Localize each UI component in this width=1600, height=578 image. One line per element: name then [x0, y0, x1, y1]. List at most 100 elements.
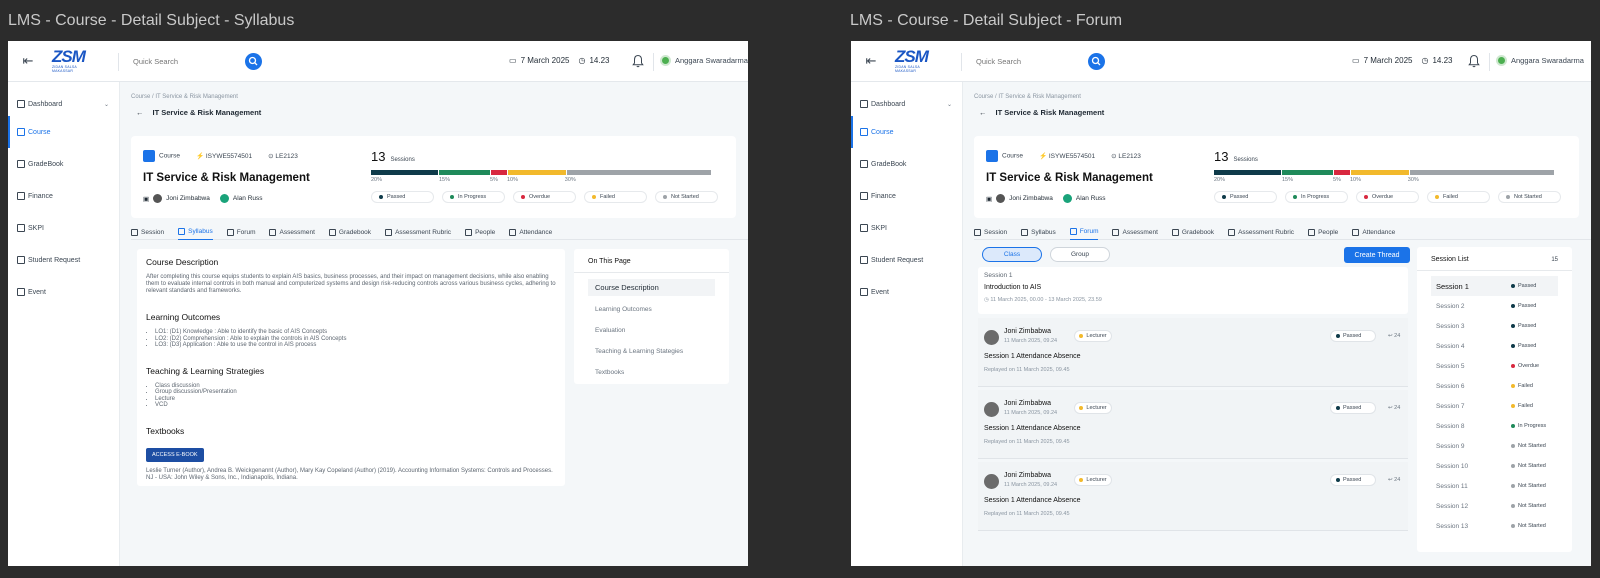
tab-attendance[interactable]: Attendance — [509, 224, 552, 240]
search-button[interactable] — [245, 53, 262, 70]
toc-item[interactable]: Textbooks — [588, 365, 715, 380]
search-button[interactable] — [1088, 53, 1105, 70]
tab-label: Forum — [1079, 228, 1099, 235]
people-icon — [465, 228, 473, 236]
back-arrow-icon[interactable]: ← — [979, 108, 987, 117]
sidebar-item-skpi[interactable]: SKPI — [851, 212, 962, 244]
session-list-item[interactable]: Session 4 Passed — [1431, 336, 1558, 356]
sidebar-item-student-request[interactable]: Student Request — [8, 244, 119, 276]
search-input[interactable] — [133, 54, 235, 69]
sidebar-item-finance[interactable]: Finance — [851, 180, 962, 212]
back-arrow-icon[interactable]: ← — [136, 108, 144, 117]
logo[interactable]: ZSM ZIDAN SALSA MAKASSAR — [52, 48, 98, 75]
sidebar-item-dashboard[interactable]: Dashboard ⌄ — [851, 92, 962, 116]
session-list-item[interactable]: Session 8 In Progress — [1431, 416, 1558, 436]
tab-gradebook[interactable]: Gradebook — [328, 224, 371, 240]
session-list-item[interactable]: Session 10 Not Started — [1431, 456, 1558, 476]
tab-forum[interactable]: Forum — [1069, 224, 1099, 240]
status-dot — [1511, 444, 1515, 448]
session-list-item[interactable]: Session 2 Passed — [1431, 296, 1558, 316]
create-thread-button[interactable]: Create Thread — [1344, 247, 1410, 263]
tab-assessment-rubric[interactable]: Assessment Rubric — [1228, 224, 1294, 240]
status-label: Not Started — [1518, 483, 1546, 489]
user-menu[interactable]: Anggara Swaradarma — [660, 55, 748, 66]
logo[interactable]: ZSM ZIDAN SALSA MAKASSAR — [895, 48, 941, 75]
toc-item[interactable]: Evaluation — [588, 323, 715, 338]
course-code-text: ISYWE5574501 — [1048, 153, 1096, 160]
divider — [653, 53, 654, 71]
sessions-label: Sessions — [1233, 157, 1258, 163]
tab-attendance[interactable]: Attendance — [1352, 224, 1395, 240]
tab-assessment-rubric[interactable]: Assessment Rubric — [385, 224, 451, 240]
avatar — [219, 194, 229, 203]
thread-item[interactable]: Joni Zimbabwa 11 March 2025, 09.24 Lecture… — [978, 390, 1408, 459]
session-name: Session 10 — [1436, 462, 1469, 470]
session-list-item[interactable]: Session 11 Not Started — [1431, 476, 1558, 496]
user-name: Anggara Swaradarma — [675, 56, 748, 65]
reply-count-text: 24 — [1394, 477, 1401, 483]
session-list-item[interactable]: Session 7 Failed — [1431, 396, 1558, 416]
tab-forum[interactable]: Forum — [226, 224, 255, 240]
tab-syllabus[interactable]: Syllabus — [1021, 224, 1056, 240]
bell-icon[interactable] — [632, 54, 644, 68]
attendance-icon — [1352, 228, 1360, 236]
toc-item[interactable]: Learning Outcomes — [588, 302, 715, 317]
segment-group[interactable]: Group — [1050, 247, 1110, 262]
tab-people[interactable]: People — [1308, 224, 1338, 240]
status-badge: Passed — [1330, 474, 1376, 486]
progress-percent: 10% — [1350, 177, 1362, 183]
breadcrumb[interactable]: Course / IT Service & Risk Management — [131, 94, 238, 100]
toc-item[interactable]: Teaching & Learning Stategies — [588, 344, 715, 359]
user-menu[interactable]: Anggara Swaradarma — [1496, 55, 1584, 66]
sidebar-item-event[interactable]: Event — [8, 276, 119, 308]
progress-percent: 15% — [439, 177, 451, 183]
learning-outcomes-list: LO1: (D1) Knowledge : Able to identify t… — [146, 329, 556, 349]
tab-session[interactable]: Session — [974, 224, 1007, 240]
reply-count: ↩ 24 — [1388, 477, 1400, 483]
session-list-item[interactable]: Session 3 Passed — [1431, 316, 1558, 336]
legend-label: Overdue — [1372, 194, 1394, 200]
progress-percent: 5% — [1333, 177, 1341, 183]
sidebar-item-course[interactable]: Course — [8, 116, 119, 148]
session-list-item[interactable]: Session 6 Failed — [1431, 376, 1558, 396]
sidebar-item-event[interactable]: Event — [851, 276, 962, 308]
sidebar-item-student-request[interactable]: Student Request — [851, 244, 962, 276]
sidebar-item-skpi[interactable]: SKPI — [8, 212, 119, 244]
chevron-down-icon: ⌄ — [103, 101, 109, 108]
tab-assessment[interactable]: Assessment — [1112, 224, 1158, 240]
chevron-down-icon: ⌄ — [946, 101, 952, 108]
breadcrumb[interactable]: Course / IT Service & Risk Management — [974, 94, 1081, 100]
session-list-title: Session List — [1431, 256, 1469, 263]
lecturer-name: Alan Russ — [232, 195, 263, 202]
session-list-item[interactable]: Session 12 Not Started — [1431, 496, 1558, 516]
calendar-icon: ▭ — [1352, 56, 1360, 65]
access-ebook-button[interactable]: ACCESS E-BOOK — [146, 447, 204, 462]
session-list-item[interactable]: Session 5 Overdue — [1431, 356, 1558, 376]
thread-item[interactable]: Joni Zimbabwa 11 March 2025, 09.24 Lecture… — [978, 462, 1408, 531]
sidebar-item-gradebook[interactable]: GradeBook — [8, 148, 119, 180]
tab-session[interactable]: Session — [131, 224, 164, 240]
legend-item: Failed — [1427, 191, 1490, 203]
session-list-item[interactable]: Session 1 Passed — [1431, 276, 1558, 296]
session-list-item[interactable]: Session 13 Not Started — [1431, 516, 1558, 536]
sidebar-item-dashboard[interactable]: Dashboard ⌄ — [8, 92, 119, 116]
sidebar-item-course[interactable]: Course — [851, 116, 962, 148]
session-icon — [974, 228, 981, 236]
toc-item[interactable]: Course Description — [588, 279, 715, 296]
session-list-item[interactable]: Session 9 Not Started — [1431, 436, 1558, 456]
thread-item[interactable]: Joni Zimbabwa 11 March 2025, 09.24 Lecture… — [978, 318, 1408, 387]
collapse-sidebar-icon[interactable]: ⇤ — [862, 52, 880, 70]
tab-people[interactable]: People — [465, 224, 495, 240]
bell-icon[interactable] — [1468, 54, 1480, 68]
reply-count: ↩ 24 — [1388, 405, 1400, 411]
status-badge: Failed — [1511, 383, 1533, 389]
search-input[interactable] — [976, 54, 1078, 69]
tab-gradebook[interactable]: Gradebook — [1171, 224, 1214, 240]
collapse-sidebar-icon[interactable]: ⇤ — [19, 52, 37, 70]
sidebar-item-finance[interactable]: Finance — [8, 180, 119, 212]
sidebar-item-gradebook[interactable]: GradeBook — [851, 148, 962, 180]
tab-syllabus[interactable]: Syllabus — [178, 224, 213, 240]
segment-class[interactable]: Class — [982, 247, 1042, 262]
tab-assessment[interactable]: Assessment — [269, 224, 315, 240]
role-label: Lecturer — [1086, 405, 1107, 411]
